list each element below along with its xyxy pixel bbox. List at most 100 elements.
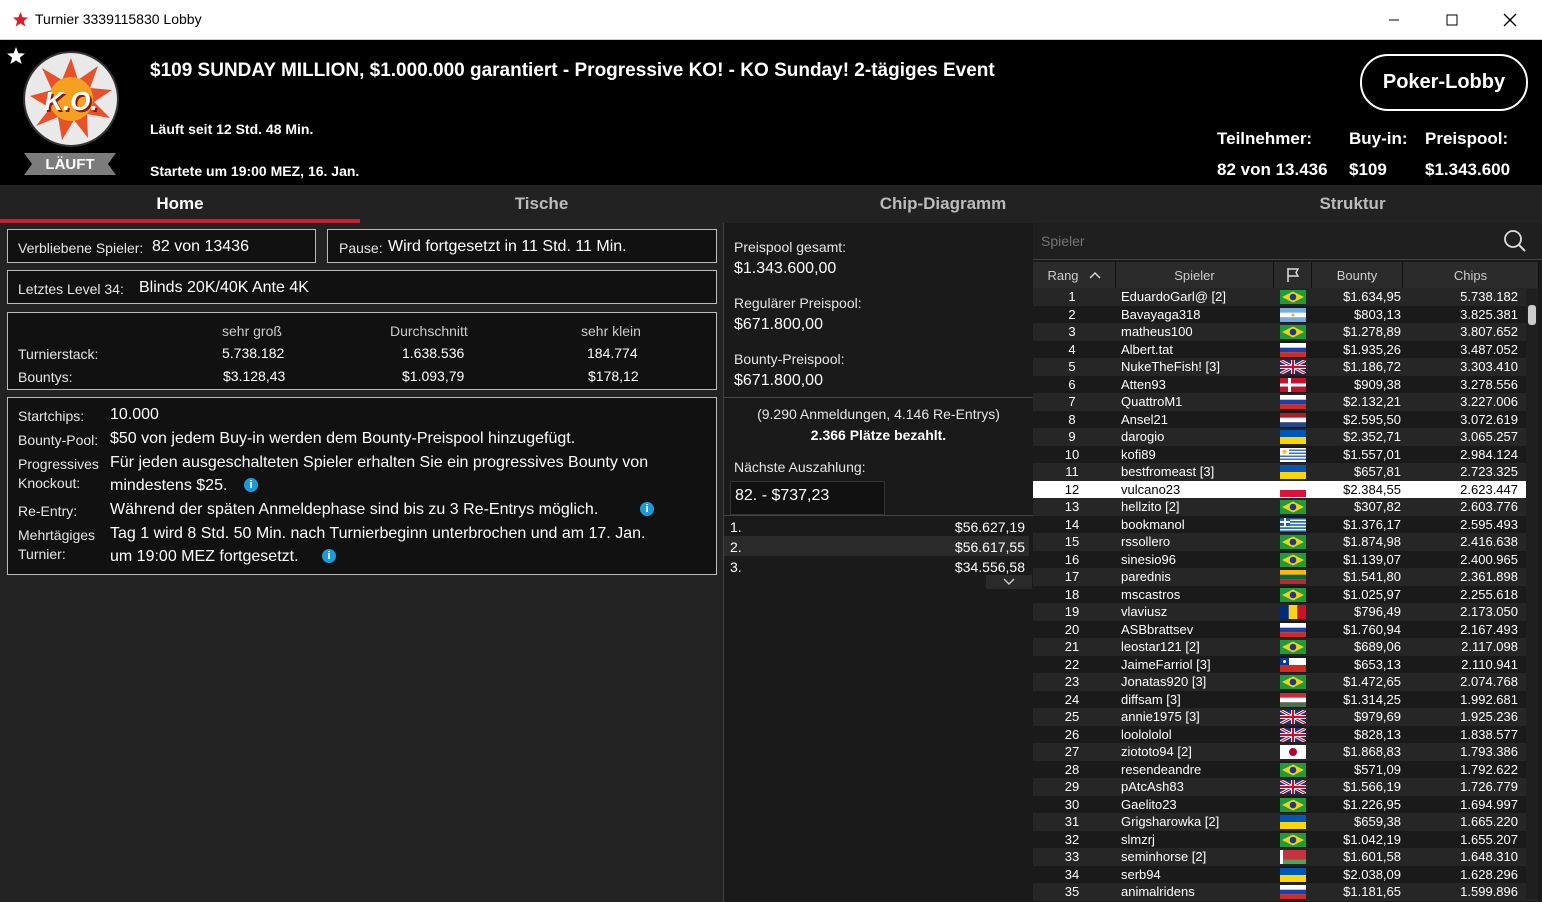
player-row[interactable]: 26 loolololol $828,13 1.838.577 xyxy=(1033,725,1538,743)
player-rank: 21 xyxy=(1064,639,1080,654)
tab-structure[interactable]: Struktur xyxy=(1163,185,1542,223)
pko-info-icon[interactable]: i xyxy=(244,478,258,492)
player-name: Grigsharowka [2] xyxy=(1121,814,1220,829)
search-icon[interactable] xyxy=(1503,229,1527,253)
regular-prizepool-value: $671.800,00 xyxy=(734,316,823,333)
player-row[interactable]: 19 vlaviusz $796,49 2.173.050 xyxy=(1033,603,1538,621)
player-name: Ansel21 xyxy=(1121,411,1168,427)
player-bounty: $1.634,95 xyxy=(1343,289,1401,304)
reentry-info-icon[interactable]: i xyxy=(640,502,654,516)
player-row[interactable]: 14 bookmanol $1.376,17 2.595.493 xyxy=(1033,515,1538,533)
column-flag[interactable] xyxy=(1274,262,1312,288)
poker-lobby-button[interactable]: Poker-Lobby xyxy=(1360,54,1528,111)
player-row[interactable]: 7 QuattroM1 $2.132,21 3.227.006 xyxy=(1033,393,1538,411)
player-row[interactable]: 15 rssollero $1.874,98 2.416.638 xyxy=(1033,533,1538,551)
tab-chip-chart[interactable]: Chip-Diagramm xyxy=(723,185,1163,223)
payout-place: 3. xyxy=(730,559,742,575)
tab-home[interactable]: Home xyxy=(0,185,360,223)
column-rank[interactable]: Rang xyxy=(1033,262,1116,288)
player-row[interactable]: 3 matheus100 $1.278,89 3.807.652 xyxy=(1033,323,1538,341)
player-row[interactable]: 6 Atten93 $909,38 3.278.556 xyxy=(1033,375,1538,393)
tab-tables[interactable]: Tische xyxy=(360,185,723,223)
maximize-button[interactable] xyxy=(1428,0,1476,39)
player-bounty: $979,69 xyxy=(1354,709,1401,724)
player-rank: 33 xyxy=(1064,849,1080,864)
player-bounty: $2.352,71 xyxy=(1343,429,1401,444)
player-bounty: $828,13 xyxy=(1354,726,1401,742)
player-row[interactable]: 10 kofi89 $1.557,01 2.984.124 xyxy=(1033,445,1538,463)
player-chips: 2.117.098 xyxy=(1461,639,1518,654)
player-row[interactable]: 2 Bavayaga318 $803,13 3.825.381 xyxy=(1033,305,1538,323)
player-row[interactable]: 22 JaimeFarriol [3] $653,13 2.110.941 xyxy=(1033,655,1538,673)
level-label: Letztes Level 34: xyxy=(18,281,124,297)
player-row[interactable]: 25 annie1975 [3] $979,69 1.925.236 xyxy=(1033,708,1538,726)
player-row[interactable]: 5 NukeTheFish! [3] $1.186,72 3.303.410 xyxy=(1033,358,1538,376)
player-row[interactable]: 30 Gaelito23 $1.226,95 1.694.997 xyxy=(1033,795,1538,813)
player-row[interactable]: 31 Grigsharowka [2] $659,38 1.665.220 xyxy=(1033,813,1538,831)
player-search-bar xyxy=(1033,223,1542,260)
player-name: rssollero xyxy=(1121,534,1171,549)
player-rank: 25 xyxy=(1064,709,1080,724)
column-player[interactable]: Spieler xyxy=(1116,262,1274,288)
player-row[interactable]: 9 darogio $2.352,71 3.065.257 xyxy=(1033,428,1538,446)
player-row[interactable]: 27 ziototo94 [2] $1.868,83 1.793.386 xyxy=(1033,743,1538,761)
player-name: NukeTheFish! [3] xyxy=(1121,359,1220,374)
player-row[interactable]: 13 hellzito [2] $307,82 2.603.776 xyxy=(1033,498,1538,516)
payout-place: 2. xyxy=(730,539,742,555)
player-name: Gaelito23 xyxy=(1121,796,1177,812)
player-row[interactable]: 4 Albert.tat $1.935,26 3.487.052 xyxy=(1033,340,1538,358)
sort-asc-icon xyxy=(1089,272,1101,279)
minimize-button[interactable] xyxy=(1370,0,1418,39)
player-row[interactable]: 29 pAtcAsh83 $1.566,19 1.726.779 xyxy=(1033,778,1538,796)
bounty-prizepool-label: Bounty-Preispool: xyxy=(734,351,845,367)
player-rank: 3 xyxy=(1068,324,1076,339)
player-rank: 28 xyxy=(1064,761,1080,777)
player-rank: 30 xyxy=(1064,796,1080,812)
status-label: LÄUFT xyxy=(45,156,95,173)
player-row[interactable]: 20 ASBbrattsev $1.760,94 2.167.493 xyxy=(1033,620,1538,638)
player-row[interactable]: 21 leostar121 [2] $689,06 2.117.098 xyxy=(1033,638,1538,656)
player-row[interactable]: 28 resendeandre $571,09 1.792.622 xyxy=(1033,760,1538,778)
player-row[interactable]: 35 animalridens $1.181,65 1.599.896 xyxy=(1033,883,1538,901)
scrollbar-thumb[interactable] xyxy=(1528,305,1536,325)
player-list-scrollbar[interactable] xyxy=(1526,289,1538,899)
payout-list: 1. $56.627,19 2. $56.617,55 3. $34.556,5… xyxy=(724,515,1033,576)
player-rank: 35 xyxy=(1064,884,1080,899)
player-row[interactable]: 17 parednis $1.541,80 2.361.898 xyxy=(1033,568,1538,586)
player-rank: 14 xyxy=(1064,516,1080,532)
player-chips: 1.838.577 xyxy=(1460,726,1518,742)
column-bounty[interactable]: Bounty xyxy=(1312,262,1403,288)
player-bounty: $909,38 xyxy=(1354,376,1401,392)
player-row[interactable]: 11 bestfromeast [3] $657,81 2.723.325 xyxy=(1033,463,1538,481)
tournament-info-box: Startchips: 10.000 Bounty-Pool: $50 von … xyxy=(7,397,717,575)
pause-value: Wird fortgesetzt in 11 Std. 11 Min. xyxy=(388,238,627,255)
multiday-info-icon[interactable]: i xyxy=(322,549,336,563)
player-search-input[interactable] xyxy=(1039,229,1493,253)
player-row[interactable]: 16 sinesio96 $1.139,07 2.400.965 xyxy=(1033,550,1538,568)
prize-panel: Preispool gesamt: $1.343.600,00 Reguläre… xyxy=(723,223,1034,902)
close-button[interactable] xyxy=(1486,0,1534,39)
player-chips: 1.655.207 xyxy=(1460,831,1518,847)
next-payout-box: 82. - $737,23 xyxy=(730,481,885,515)
player-row[interactable]: 18 mscastros $1.025,97 2.255.618 xyxy=(1033,585,1538,603)
player-row[interactable]: 24 diffsam [3] $1.314,25 1.992.681 xyxy=(1033,690,1538,708)
player-name: pAtcAsh83 xyxy=(1121,779,1184,794)
expand-payouts-button[interactable] xyxy=(986,575,1032,589)
column-chips[interactable]: Chips xyxy=(1403,262,1539,288)
player-bounty: $1.042,19 xyxy=(1343,831,1401,847)
player-row[interactable]: 23 Jonatas920 [3] $1.472,65 2.074.768 xyxy=(1033,673,1538,691)
player-rank: 18 xyxy=(1064,586,1080,602)
places-paid: 2.366 Plätze bezahlt. xyxy=(810,427,947,443)
player-row[interactable]: 12 vulcano23 $2.384,55 2.623.447 xyxy=(1033,480,1538,498)
player-chips: 2.623.447 xyxy=(1460,481,1518,497)
maximize-icon xyxy=(1446,14,1458,25)
multiday-label-2: Turnier: xyxy=(18,546,66,562)
player-row[interactable]: 8 Ansel21 $2.595,50 3.072.619 xyxy=(1033,410,1538,428)
player-row[interactable]: 32 slmzrj $1.042,19 1.655.207 xyxy=(1033,830,1538,848)
player-row[interactable]: 34 serb94 $2.038,09 1.628.296 xyxy=(1033,865,1538,883)
player-chips: 1.925.236 xyxy=(1460,709,1518,724)
player-chips: 2.361.898 xyxy=(1460,569,1518,584)
player-row[interactable]: 33 seminhorse [2] $1.601,58 1.648.310 xyxy=(1033,848,1538,866)
next-payout-value: 82. - $737,23 xyxy=(735,487,830,504)
player-row[interactable]: 1 EduardoGarl@ [2] $1.634,95 5.738.182 xyxy=(1033,288,1538,306)
